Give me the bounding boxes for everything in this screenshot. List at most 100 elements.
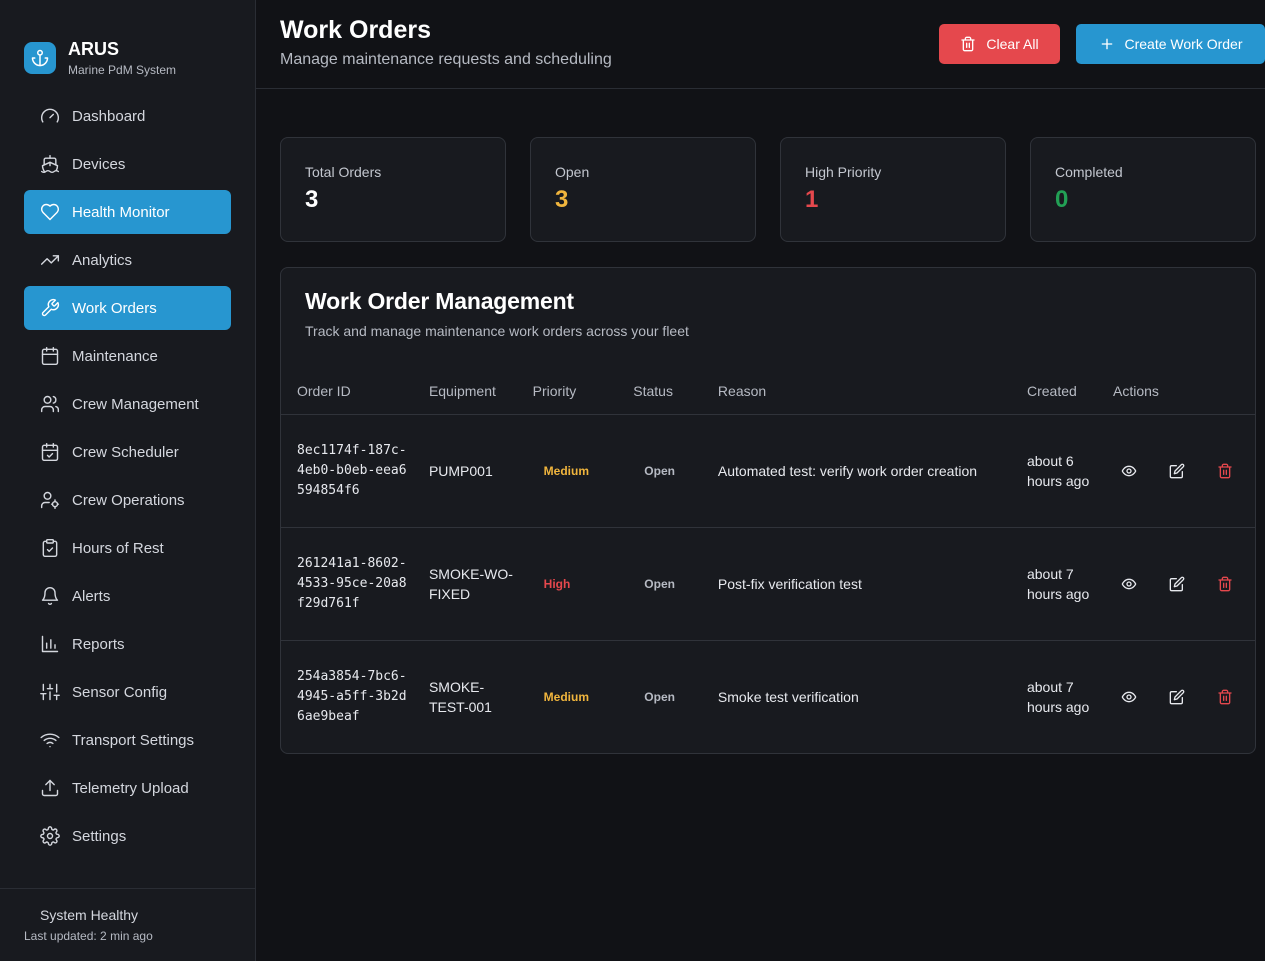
anchor-icon [24,42,56,74]
created-cell: about 7 hours ago [1026,565,1090,602]
sidebar-item-telemetry-upload[interactable]: Telemetry Upload [24,766,231,810]
panel-title: Work Order Management [305,288,574,314]
main-content: Work Orders Manage maintenance requests … [256,0,1265,961]
priority-badge: High [543,577,571,591]
sidebar-item-analytics[interactable]: Analytics [24,238,231,282]
sidebar-item-sensor-config[interactable]: Sensor Config [24,670,231,714]
table-row[interactable]: 261241a1-8602-4533-95ce-20a8f29d761f SMO… [281,527,1255,640]
sidebar-item-label: Reports [72,635,125,653]
view-button[interactable] [1113,568,1145,600]
view-button[interactable] [1113,681,1145,713]
sidebar-item-label: Health Monitor [72,203,170,221]
sidebar-item-hours-of-rest[interactable]: Hours of Rest [24,526,231,570]
sidebar-item-label: Transport Settings [72,731,194,749]
calendar-icon [40,346,60,366]
sidebar-item-work-orders[interactable]: Work Orders [24,286,231,330]
work-order-panel: Work Order Management Track and manage m… [280,267,1256,754]
brand-subtitle: Marine PdM System [68,63,177,77]
ship-icon [40,154,60,174]
equipment-cell: SMOKE-TEST-001 [428,678,492,715]
header-actions: Clear All Create Work Order [939,24,1265,64]
column-header-priority[interactable]: Priority [517,368,618,414]
priority-badge: Medium [543,464,589,478]
sidebar-item-transport-settings[interactable]: Transport Settings [24,718,231,762]
trash-icon [961,36,976,52]
sidebar-item-label: Crew Scheduler [72,443,179,461]
table-row[interactable]: 8ec1174f-187c-4eb0-b0eb-eea6594854f6 PUM… [281,414,1255,527]
edit-button[interactable] [1161,568,1193,600]
status-badge: Open [644,690,675,705]
stat-card-high-priority: High Priority 1 [780,137,1006,242]
sidebar-item-dashboard[interactable]: Dashboard [24,94,231,138]
sidebar-item-crew-scheduler[interactable]: Crew Scheduler [24,430,231,474]
order-id-cell: 261241a1-8602-4533-95ce-20a8f29d761f [297,555,407,611]
status-badge: Open [644,577,675,591]
sidebar-item-label: Crew Management [72,395,199,413]
sidebar-item-label: Devices [72,155,126,173]
column-header-order-id[interactable]: Order ID [281,368,413,414]
stat-value: 3 [305,186,319,213]
create-work-order-button[interactable]: Create Work Order [1076,24,1265,64]
sidebar-item-label: Sensor Config [72,683,168,701]
table-row[interactable]: 254a3854-7bc6-4945-a5ff-3b2d6ae9beaf SMO… [281,640,1255,753]
sidebar-item-label: Settings [72,827,127,845]
bar-chart-icon [40,634,60,654]
sidebar-nav: Dashboard Devices Health Monitor Analyti… [0,88,255,858]
sidebar-item-crew-operations[interactable]: Crew Operations [24,478,231,522]
last-updated-text: Last updated: 2 min ago [24,929,153,943]
edit-icon [1169,576,1185,591]
column-header-created[interactable]: Created [1011,368,1097,414]
trash-icon [1218,576,1232,591]
sidebar-item-settings[interactable]: Settings [24,814,231,858]
brand[interactable]: ARUS Marine PdM System [0,0,255,88]
sidebar-item-alerts[interactable]: Alerts [24,574,231,618]
delete-button[interactable] [1209,568,1241,600]
stat-value: 1 [805,186,819,213]
upload-icon [40,778,60,798]
wrench-icon [40,298,60,318]
stat-value: 3 [555,186,569,213]
sidebar-item-label: Analytics [72,251,133,269]
system-status-text: System Healthy [40,907,139,923]
equipment-cell: SMOKE-WO-FIXED [428,565,513,602]
edit-button[interactable] [1161,681,1193,713]
plus-icon [1101,38,1112,50]
eye-icon [1121,691,1137,703]
stat-value: 0 [1055,186,1069,213]
column-header-reason[interactable]: Reason [702,368,1011,414]
equipment-cell: PUMP001 [428,462,493,479]
clear-all-button[interactable]: Clear All [939,24,1060,64]
trending-up-icon [40,250,60,270]
gauge-icon [40,106,60,126]
stat-label: Total Orders [305,164,382,180]
table-header-row: Order ID Equipment Priority Status Reaso… [281,368,1255,414]
sidebar-item-label: Alerts [72,587,111,605]
sidebar-item-reports[interactable]: Reports [24,622,231,666]
delete-button[interactable] [1209,681,1241,713]
delete-button[interactable] [1209,455,1241,487]
sidebar-item-devices[interactable]: Devices [24,142,231,186]
eye-icon [1121,578,1137,589]
stats-row: Total Orders 3 Open 3 High Priority 1 Co… [256,89,1265,242]
stat-card-open: Open 3 [530,137,756,242]
edit-button[interactable] [1161,455,1193,487]
edit-icon [1169,463,1185,478]
trash-icon [1218,689,1232,705]
sidebar-item-maintenance[interactable]: Maintenance [24,334,231,378]
order-id-cell: 254a3854-7bc6-4945-a5ff-3b2d6ae9beaf [297,668,407,724]
sidebar-item-label: Work Orders [72,299,157,317]
panel-subtitle: Track and manage maintenance work orders… [305,323,689,339]
column-header-status[interactable]: Status [617,368,702,414]
sidebar: ARUS Marine PdM System Dashboard Devices… [0,0,256,961]
app-root: ARUS Marine PdM System Dashboard Devices… [0,0,1265,961]
reason-cell: Smoke test verification [717,688,859,705]
column-header-equipment[interactable]: Equipment [413,368,517,414]
priority-badge: Medium [543,690,589,705]
sliders-icon [40,682,60,702]
row-actions [1113,681,1255,713]
create-work-order-label: Create Work Order [1124,36,1243,52]
view-button[interactable] [1113,455,1145,487]
clipboard-check-icon [40,538,60,558]
sidebar-item-health-monitor[interactable]: Health Monitor [24,190,231,234]
sidebar-item-crew-management[interactable]: Crew Management [24,382,231,426]
